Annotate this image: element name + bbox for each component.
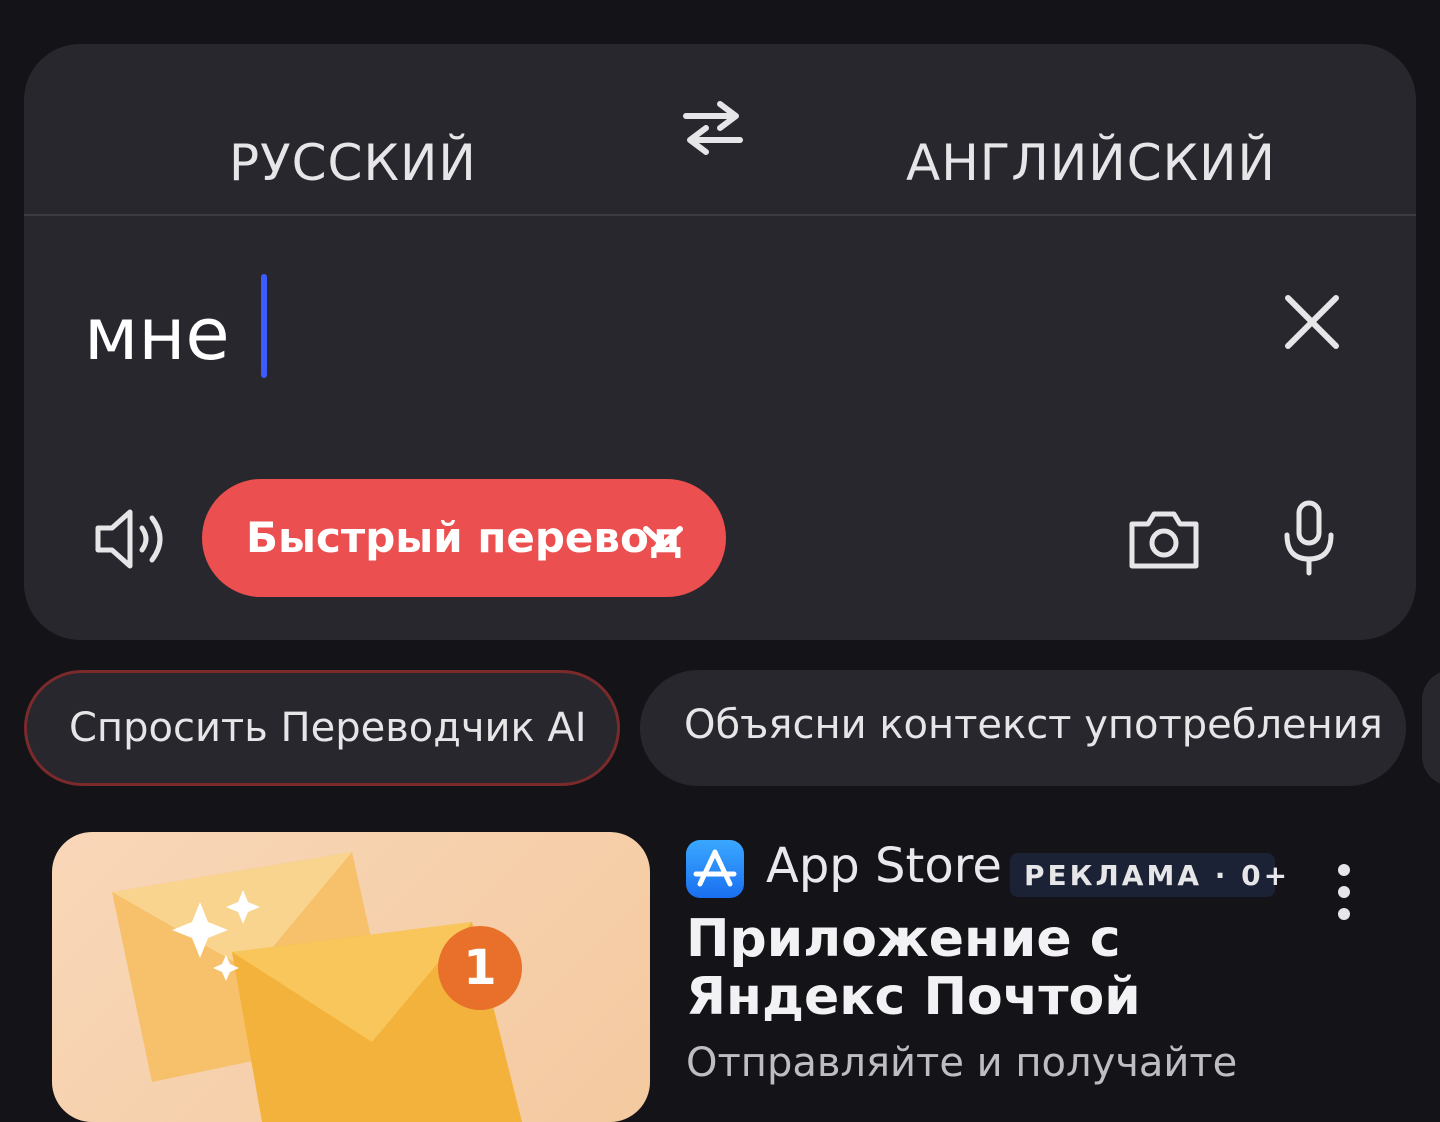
more-vertical-icon[interactable] [1332, 862, 1356, 922]
ask-ai-chip[interactable]: Спросить Переводчик AI [24, 670, 620, 786]
ad-image-badge-count: 1 [463, 940, 496, 996]
language-selector: РУССКИЙ АНГЛИЙСКИЙ [24, 44, 1416, 214]
swap-languages-icon[interactable] [680, 100, 746, 156]
ad-image[interactable]: 1 [52, 832, 650, 1122]
source-language-button[interactable]: РУССКИЙ [229, 134, 477, 192]
target-language-button[interactable]: АНГЛИЙСКИЙ [906, 134, 1276, 192]
envelope-illustration: 1 [112, 852, 522, 1122]
translator-card: РУССКИЙ АНГЛИЙСКИЙ мне Быстрый перевод [24, 44, 1416, 640]
more-chip[interactable] [1422, 670, 1440, 786]
ad-badge: РЕКЛАМА · 0+ [1010, 853, 1287, 897]
ad-badge-label: РЕКЛАМА · 0+ [1024, 859, 1291, 892]
text-caret [261, 274, 267, 378]
speaker-icon[interactable] [92, 504, 172, 574]
app-store-icon [686, 840, 744, 898]
ad-description: Отправляйте и получайте [686, 1040, 1238, 1086]
microphone-icon[interactable] [1279, 499, 1339, 579]
chip-label: Спросить Переводчик AI [69, 705, 587, 751]
quick-translate-button[interactable]: Быстрый перевод [202, 479, 726, 597]
quick-translate-label: Быстрый перевод [246, 513, 683, 562]
chevron-down-icon [643, 526, 683, 548]
ad-title[interactable]: Приложение с Яндекс Почтой [686, 910, 1326, 1026]
store-name: App Store [766, 838, 1002, 894]
chip-label: Объясни контекст употребления [684, 702, 1383, 748]
source-text-input[interactable]: мне [84, 292, 230, 376]
close-icon[interactable] [1282, 292, 1342, 352]
camera-icon[interactable] [1124, 504, 1204, 574]
explain-context-chip[interactable]: Объясни контекст употребления [640, 670, 1406, 786]
divider [24, 214, 1416, 216]
